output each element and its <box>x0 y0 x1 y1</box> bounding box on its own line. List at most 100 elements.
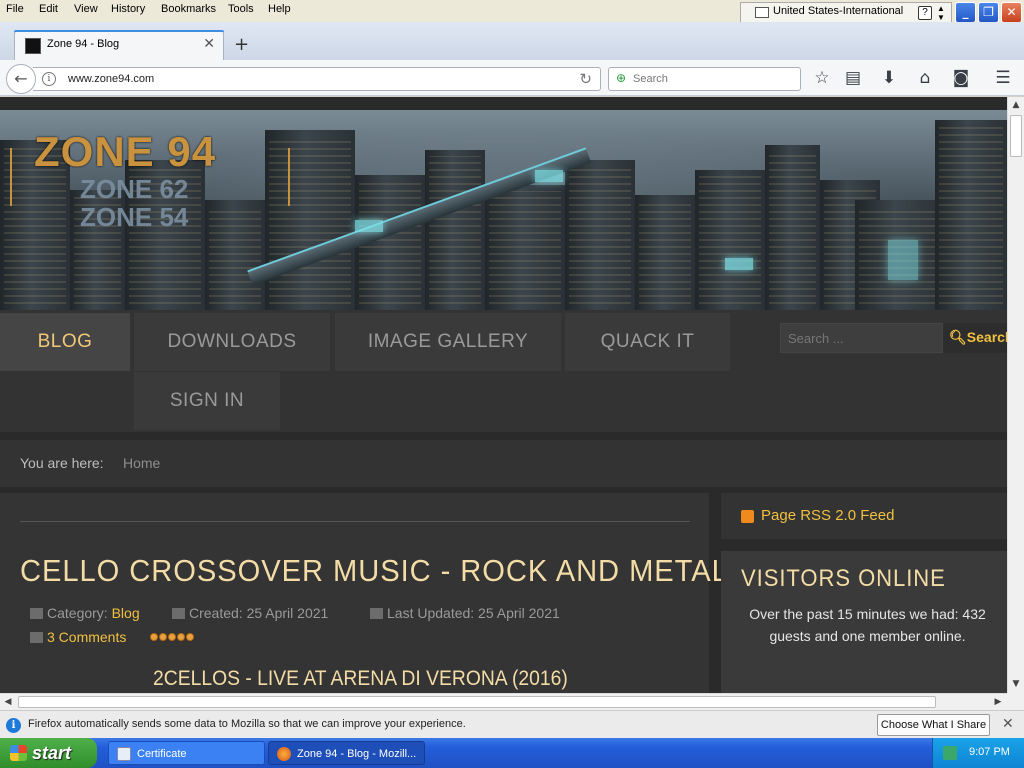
created-date: Created: 25 April 2021 <box>189 605 329 621</box>
article-created: Created: 25 April 2021 <box>172 605 328 621</box>
help-icon[interactable]: ? <box>918 6 932 20</box>
category-link[interactable]: Blog <box>112 605 140 621</box>
language-options-icon[interactable]: ▲ ▼ <box>937 4 945 22</box>
page-viewport: ZONE 94 ZONE 62 ZONE 54 BLOG DOWNLOADS I… <box>0 97 1007 693</box>
star-icon[interactable] <box>177 633 185 641</box>
network-icon[interactable] <box>943 746 957 760</box>
updated-date: Last Updated: 25 April 2021 <box>387 605 560 621</box>
window-icon <box>117 747 131 761</box>
horizontal-scroll-thumb[interactable] <box>18 696 936 708</box>
back-button[interactable]: ← <box>6 64 36 94</box>
article-subtitle: 2CELLOS - LIVE AT ARENA DI VERONA (2016) <box>153 667 568 690</box>
menu-bookmarks[interactable]: Bookmarks <box>161 3 216 15</box>
menu-tools[interactable]: Tools <box>228 3 254 15</box>
menu-view[interactable]: View <box>74 3 98 15</box>
tab-strip: Zone 94 - Blog ✕ + <box>0 22 1024 60</box>
breadcrumb-home: Home <box>123 455 161 471</box>
nav-blog[interactable]: BLOG <box>0 313 130 371</box>
browser-search-input[interactable]: ⊕ Search <box>608 67 801 91</box>
logo-subtitle-zone54: ZONE 54 <box>80 202 189 232</box>
horizontal-scrollbar[interactable]: ◀ ▶ <box>0 693 1007 710</box>
vertical-scrollbar[interactable]: ▲ ▼ <box>1007 97 1024 693</box>
comment-icon <box>30 632 43 643</box>
site-search-button[interactable]: 🔍︎Search <box>943 323 1007 353</box>
windows-logo-icon <box>10 745 27 761</box>
nav-sign-in[interactable]: SIGN IN <box>134 372 280 430</box>
divider <box>20 521 690 522</box>
bookmark-star-icon[interactable]: ☆ <box>811 67 833 89</box>
notification-text: Firefox automatically sends some data to… <box>28 718 466 730</box>
logo-subtitle-zone62: ZONE 62 <box>80 174 189 204</box>
site-logo[interactable]: ZONE 94 <box>34 128 216 176</box>
site-nav: BLOG DOWNLOADS IMAGE GALLERY QUACK IT SI… <box>0 310 1007 432</box>
menu-edit[interactable]: Edit <box>39 3 58 15</box>
scroll-up-icon[interactable]: ▲ <box>1008 97 1024 113</box>
system-tray: 9:07 PM <box>932 738 1024 768</box>
calendar-icon <box>172 608 185 619</box>
category-label: Category: <box>47 605 108 621</box>
comments-link[interactable]: 3 Comments <box>47 629 126 645</box>
breadcrumb-label: You are here: <box>20 455 104 471</box>
folder-icon <box>30 608 43 619</box>
nav-quack-it[interactable]: QUACK IT <box>565 313 730 371</box>
star-icon[interactable] <box>168 633 176 641</box>
home-icon[interactable]: ⌂ <box>914 67 936 89</box>
taskbar-item-firefox[interactable]: Zone 94 - Blog - Mozill... <box>268 741 425 765</box>
url-bar[interactable]: i www.zone94.com ↻ <box>33 67 601 91</box>
reading-list-icon[interactable]: ▤ <box>842 67 864 89</box>
rss-module: Page RSS 2.0 Feed <box>721 493 1007 539</box>
url-text[interactable]: www.zone94.com <box>68 73 154 85</box>
notification-bar: i Firefox automatically sends some data … <box>0 710 1024 738</box>
scroll-down-icon[interactable]: ▼ <box>1008 676 1024 692</box>
scroll-left-icon[interactable]: ◀ <box>0 694 16 710</box>
star-icon[interactable] <box>150 633 158 641</box>
breadcrumb: You are here: Home <box>0 440 1007 487</box>
menu-help[interactable]: Help <box>268 3 291 15</box>
minimize-button[interactable]: _ <box>955 2 976 23</box>
downloads-icon[interactable]: ⬇ <box>878 67 900 89</box>
clock[interactable]: 9:07 PM <box>969 746 1010 758</box>
site-search-input[interactable]: Search ... <box>780 323 943 353</box>
restore-button[interactable]: ❐ <box>978 2 999 23</box>
nav-downloads[interactable]: DOWNLOADS <box>134 313 330 371</box>
calendar-icon <box>370 608 383 619</box>
site-info-icon[interactable]: i <box>42 72 56 86</box>
article-title[interactable]: CELLO CROSSOVER MUSIC - ROCK AND METAL <box>20 553 729 589</box>
star-icon[interactable] <box>159 633 167 641</box>
menu-file[interactable]: File <box>6 3 24 15</box>
article-updated: Last Updated: 25 April 2021 <box>370 605 560 621</box>
notification-close-icon[interactable]: ✕ <box>1002 716 1014 732</box>
rss-link[interactable]: Page RSS 2.0 Feed <box>761 507 894 524</box>
new-tab-button[interactable]: + <box>234 34 249 55</box>
vertical-scroll-thumb[interactable] <box>1010 115 1022 157</box>
article: CELLO CROSSOVER MUSIC - ROCK AND METAL C… <box>0 493 728 693</box>
taskbar-item-certificate[interactable]: Certificate <box>108 741 265 765</box>
rating-stars[interactable] <box>150 630 195 644</box>
menu-history[interactable]: History <box>111 3 145 15</box>
reload-icon[interactable]: ↻ <box>579 70 592 88</box>
language-bar[interactable]: United States-International ? ▲ ▼ <box>740 2 952 24</box>
keyboard-icon <box>755 7 769 18</box>
site-banner[interactable]: ZONE 94 ZONE 62 ZONE 54 <box>0 110 1007 310</box>
firefox-icon <box>277 747 291 761</box>
scroll-right-icon[interactable]: ▶ <box>990 694 1006 710</box>
article-category: Category: Blog <box>30 605 140 621</box>
taskbar: start Certificate Zone 94 - Blog - Mozil… <box>0 738 1024 768</box>
search-engine-icon: ⊕ <box>616 71 627 85</box>
magnifier-icon: 🔍︎ <box>949 329 967 345</box>
browser-search-placeholder: Search <box>633 73 668 85</box>
rss-icon <box>741 510 754 523</box>
tab-title: Zone 94 - Blog <box>47 38 120 50</box>
close-window-button[interactable]: ✕ <box>1001 2 1022 23</box>
info-icon: i <box>6 718 21 733</box>
choose-what-i-share-button[interactable]: Choose What I Share <box>877 714 990 736</box>
navigation-toolbar: i www.zone94.com ↻ ← ⊕ Search ☆ ▤ ⬇ ⌂ ◙ … <box>0 60 1024 96</box>
star-icon[interactable] <box>186 633 194 641</box>
tab-close-icon[interactable]: ✕ <box>203 36 215 52</box>
tab-zone94-blog[interactable]: Zone 94 - Blog ✕ <box>14 30 224 60</box>
hamburger-menu-icon[interactable]: ☰ <box>992 67 1014 89</box>
taskbar-item-label: Certificate <box>137 748 187 760</box>
pocket-icon[interactable]: ◙ <box>950 67 972 89</box>
nav-image-gallery[interactable]: IMAGE GALLERY <box>335 313 561 371</box>
start-button[interactable]: start <box>0 738 97 768</box>
